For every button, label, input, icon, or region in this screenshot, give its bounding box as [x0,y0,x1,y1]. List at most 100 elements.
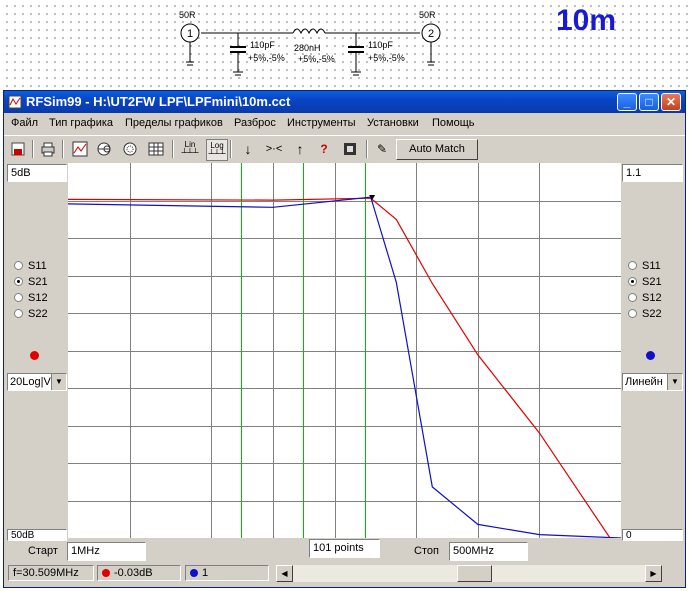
left-scale-bottom-field[interactable]: 50dB [7,529,67,541]
radio-button[interactable] [628,309,637,318]
lin-icon[interactable]: Lin ┴┴┴ [180,139,200,159]
menu-settings[interactable]: Установки [367,117,419,129]
menu-graph-limits[interactable]: Пределы графиков [125,117,223,129]
left-trace-color-dot[interactable] [30,351,39,360]
radio-button[interactable] [628,261,637,270]
port2-number: 2 [428,28,434,40]
right-radio-s21[interactable]: S21 [628,274,662,289]
chevron-down-icon[interactable]: ▼ [51,374,66,390]
left-scale-top-field[interactable]: 5dB [7,164,67,182]
start-label: Старт [28,545,58,557]
marker-between-icon[interactable]: >·< [264,139,284,159]
blue-trace-line [68,196,621,538]
port2-impedance: 50R [419,10,436,20]
radio-label: S21 [642,275,662,288]
toolbar-separator [62,140,64,158]
toolbar-separator [366,140,368,158]
red-trace-value: -0.03dB [114,567,153,579]
right-radio-s12[interactable]: S12 [628,290,662,305]
print-icon[interactable] [38,139,58,159]
left-radio-s12[interactable]: S12 [14,290,48,305]
left-radio-s11[interactable]: S11 [14,258,47,273]
menu-file[interactable]: Файл [11,117,38,129]
right-mode-value: Линейн [625,376,663,388]
maximize-button[interactable]: □ [639,93,659,111]
graph-icon[interactable] [70,139,90,159]
scroll-right-button[interactable]: ▶ [645,565,662,582]
log-icon[interactable]: Log ┴┴┴ [206,139,228,161]
inductor-value: 280nH [294,43,321,53]
chevron-down-icon[interactable]: ▼ [667,374,682,390]
port1-impedance: 50R [179,10,196,20]
right-scale-top-field[interactable]: 1.1 [622,164,683,182]
radio-label: S12 [642,291,662,304]
radio-label: S12 [28,291,48,304]
help-icon[interactable]: ? [314,139,334,159]
blue-trace-readout: 1 [185,565,269,581]
cap1-value: 110pF [250,40,275,50]
blue-dot-icon [190,569,198,577]
radio-button-selected[interactable] [14,277,23,286]
inductor-symbol [292,28,326,35]
cap1-tolerance: +5%,-5% [248,53,285,63]
right-radio-s22[interactable]: S22 [628,306,662,321]
left-mode-value: 20Log|V [10,376,51,388]
radio-label: S22 [28,307,48,320]
component-icon[interactable] [340,139,360,159]
radio-button[interactable] [14,293,23,302]
title-bar[interactable]: RFSim99 - H:\UT2FW LPF\LPFmini\10m.cct _… [4,91,685,113]
red-trace-readout: -0.03dB [97,565,181,581]
scroll-thumb[interactable] [457,565,492,582]
points-input[interactable]: 101 points [309,539,380,558]
inductor-tolerance: +5%,-5% [298,54,335,64]
menu-tolerance[interactable]: Разброс [234,117,276,129]
right-radio-s11[interactable]: S11 [628,258,661,273]
toolbar: Lin ┴┴┴ Log ┴┴┴ ↓ >·< ↑ ? ✎ Auto Match [4,135,685,162]
start-frequency-input[interactable]: 1MHz [67,542,146,561]
menu-tools[interactable]: Инструменты [287,117,356,129]
horizontal-scrollbar[interactable]: ◀ ▶ [276,565,662,582]
blue-trace-value: 1 [202,567,209,579]
radio-button-selected[interactable] [628,277,637,286]
app-icon[interactable] [8,95,22,109]
auto-match-button[interactable]: Auto Match [396,139,478,160]
save-icon[interactable] [8,139,28,159]
left-radio-s22[interactable]: S22 [14,306,48,321]
red-dot-icon [102,569,110,577]
right-mode-select[interactable]: Линейн ▼ [622,373,683,391]
marker-up-icon[interactable]: ↑ [290,139,310,159]
menu-bar: Файл Тип графика Пределы графиков Разбро… [4,113,685,133]
close-button[interactable]: ✕ [661,93,681,111]
stop-frequency-input[interactable]: 500MHz [449,542,528,561]
radio-label: S11 [28,259,47,272]
table-icon[interactable] [146,139,166,159]
menu-help[interactable]: Помощь [432,117,475,129]
polar-icon[interactable] [120,139,140,159]
frequency-readout: f=30.509MHz [8,565,94,581]
tune-icon[interactable]: ✎ [372,139,392,159]
radio-button[interactable] [14,261,23,270]
scroll-left-button[interactable]: ◀ [276,565,293,582]
stop-label: Стоп [414,545,439,557]
band-label: 10m [556,4,617,37]
ruler-glyph: ┴┴┴ [181,148,199,157]
red-trace-line [68,197,611,538]
marker-down-icon[interactable]: ↓ [238,139,258,159]
left-mode-select[interactable]: 20Log|V ▼ [7,373,67,391]
s-parameter-plot[interactable] [68,163,621,538]
radio-button[interactable] [628,293,637,302]
smith-icon[interactable] [94,139,114,159]
ruler-glyph: ┴┴┴ [208,149,226,158]
toolbar-separator [172,140,174,158]
menu-graph-type[interactable]: Тип графика [49,117,113,129]
left-radio-s21[interactable]: S21 [14,274,48,289]
radio-label: S22 [642,307,662,320]
port1-number: 1 [187,28,193,40]
right-trace-color-dot[interactable] [646,351,655,360]
cap2-tolerance: +5%,-5% [368,53,405,63]
radio-label: S11 [642,259,661,272]
frequency-value: f=30.509MHz [13,567,79,579]
right-scale-bottom-field[interactable]: 0 [622,529,683,541]
radio-button[interactable] [14,309,23,318]
minimize-button[interactable]: _ [617,93,637,111]
